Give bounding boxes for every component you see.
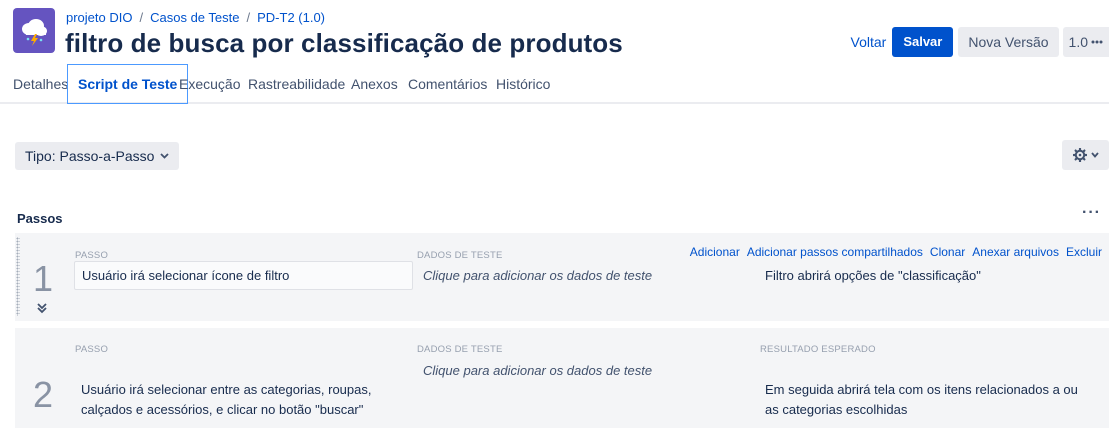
clone-step-button[interactable]: Clonar: [930, 245, 965, 259]
script-type-select[interactable]: Tipo: Passo-a-Passo: [15, 142, 180, 170]
page-title[interactable]: filtro de busca por classificação de pro…: [65, 28, 623, 59]
tab-script-de-teste[interactable]: Script de Teste: [67, 64, 189, 104]
test-data-field[interactable]: Clique para adicionar os dados de teste: [423, 268, 652, 283]
column-label-test-data: DADOS DE TESTE: [417, 250, 503, 261]
gear-icon: [1072, 148, 1087, 162]
chevron-down-icon: [1090, 152, 1099, 158]
tab-bar: Detalhes Script de Teste Execução Rastre…: [0, 64, 1109, 104]
tab-comentarios[interactable]: Comentários: [408, 64, 487, 104]
settings-button[interactable]: [1062, 140, 1109, 170]
step-description-field[interactable]: Usuário irá selecionar entre as categori…: [81, 380, 413, 420]
add-step-button[interactable]: Adicionar: [690, 245, 740, 259]
version-menu-button[interactable]: 1.0: [1062, 27, 1109, 57]
step-actions: Adicionar Adicionar passos compartilhado…: [689, 245, 1102, 259]
column-label-test-data: DADOS DE TESTE: [417, 344, 503, 355]
column-label-step: PASSO: [75, 344, 109, 355]
tab-anexos[interactable]: Anexos: [351, 64, 398, 104]
step-number: 2: [33, 374, 54, 415]
step-row[interactable]: 1 PASSO DADOS DE TESTE RESULTADO ESPERAD…: [15, 233, 1109, 321]
more-icon: [1091, 40, 1103, 44]
more-icon[interactable]: ···: [1082, 204, 1101, 222]
step-row[interactable]: 2 PASSO DADOS DE TESTE RESULTADO ESPERAD…: [15, 328, 1109, 428]
drag-handle-icon[interactable]: [16, 237, 20, 316]
new-version-button[interactable]: Nova Versão: [958, 27, 1059, 57]
header-actions: Voltar Salvar Nova Versão 1.0: [846, 27, 1109, 57]
add-shared-steps-button[interactable]: Adicionar passos compartilhados: [747, 245, 923, 259]
breadcrumb-section[interactable]: Casos de Teste: [150, 10, 239, 25]
version-label: 1.0: [1068, 34, 1088, 50]
tab-execucao[interactable]: Execução: [179, 64, 240, 104]
delete-step-button[interactable]: Excluir: [1066, 245, 1102, 259]
back-button[interactable]: Voltar: [846, 27, 892, 57]
script-type-label: Tipo: Passo-a-Passo: [25, 148, 155, 164]
project-avatar[interactable]: [13, 8, 55, 53]
double-chevron-down-icon[interactable]: [36, 302, 48, 314]
attach-files-button[interactable]: Anexar arquivos: [972, 245, 1059, 259]
tab-historico[interactable]: Histórico: [496, 64, 550, 104]
test-data-field[interactable]: Clique para adicionar os dados de teste: [423, 363, 652, 378]
breadcrumb-project[interactable]: projeto DIO: [66, 10, 132, 25]
column-label-step: PASSO: [75, 250, 109, 261]
section-title: Passos: [17, 211, 63, 226]
tab-detalhes[interactable]: Detalhes: [13, 64, 68, 104]
tab-rastreabilidade[interactable]: Rastreabilidade: [248, 64, 345, 104]
breadcrumb-issue[interactable]: PD-T2 (1.0): [257, 10, 325, 25]
expected-result-field[interactable]: Em seguida abrirá tela com os itens rela…: [765, 380, 1095, 420]
chevron-down-icon: [160, 153, 170, 159]
storm-cloud-icon: [22, 18, 47, 46]
breadcrumb-separator: /: [246, 10, 251, 25]
step-number: 1: [33, 258, 54, 299]
breadcrumb: projeto DIO / Casos de Teste / PD-T2 (1.0): [66, 10, 325, 25]
step-description-field[interactable]: Usuário irá selecionar ícone de filtro: [74, 261, 413, 290]
save-button[interactable]: Salvar: [892, 27, 954, 57]
breadcrumb-separator: /: [139, 10, 144, 25]
expected-result-field[interactable]: Filtro abrirá opções de "classificação": [765, 266, 981, 286]
column-label-expected: RESULTADO ESPERADO: [760, 344, 876, 355]
